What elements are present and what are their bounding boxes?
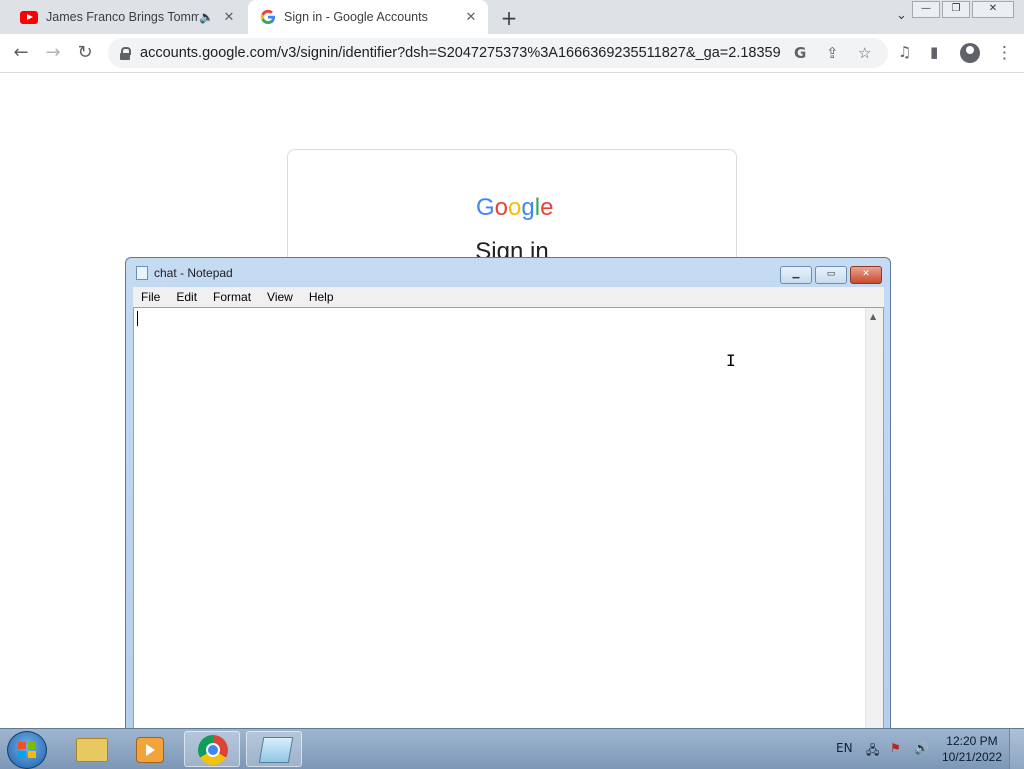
menu-help[interactable]: Help xyxy=(301,290,342,304)
tab-google-signin[interactable]: Sign in - Google Accounts ✕ xyxy=(248,0,488,34)
tab-title: Sign in - Google Accounts xyxy=(284,10,428,24)
menu-bar: File Edit Format View Help xyxy=(133,287,884,307)
menu-format[interactable]: Format xyxy=(205,290,259,304)
lock-icon[interactable] xyxy=(120,47,131,60)
side-panel-icon[interactable]: ▮ xyxy=(930,43,938,61)
reload-button[interactable]: ↻ xyxy=(74,42,96,64)
google-icon xyxy=(260,9,275,24)
menu-view[interactable]: View xyxy=(259,290,301,304)
start-button[interactable] xyxy=(7,731,47,769)
notepad-window-controls: ▁ ▭ ✕ xyxy=(777,266,882,284)
logo-letter: e xyxy=(540,194,554,221)
menu-edit[interactable]: Edit xyxy=(168,290,205,304)
youtube-icon xyxy=(20,10,38,24)
restore-button[interactable]: ❐ xyxy=(942,1,970,18)
taskbar-explorer[interactable] xyxy=(62,731,118,767)
tab-strip: James Franco Brings Tommy 🔈 ✕ Sign in - … xyxy=(0,0,1024,34)
vertical-scrollbar[interactable]: ▲ xyxy=(865,308,883,738)
folder-icon xyxy=(76,738,108,762)
bookmark-star-icon[interactable]: ☆ xyxy=(858,44,871,62)
language-indicator[interactable]: EN xyxy=(836,741,853,755)
chrome-menu-icon[interactable]: ⋮ xyxy=(996,43,1013,63)
logo-letter: G xyxy=(476,194,495,221)
speaker-icon[interactable]: 🔈 xyxy=(199,10,214,24)
forward-button[interactable]: → xyxy=(42,42,64,64)
minimize-button[interactable]: — xyxy=(912,1,940,18)
logo-letter: g xyxy=(521,194,535,221)
window-title: chat - Notepad xyxy=(154,266,233,280)
maximize-button[interactable]: ▭ xyxy=(815,266,847,284)
action-center-flag-icon[interactable]: ⚑ xyxy=(890,741,901,755)
media-controls-icon[interactable]: ♫ xyxy=(898,43,911,61)
tab-close-icon[interactable]: ✕ xyxy=(460,10,482,25)
minimize-button[interactable]: ▁ xyxy=(780,266,812,284)
media-player-icon xyxy=(136,737,164,763)
text-cursor-icon: I xyxy=(726,351,736,370)
taskbar-notepad[interactable] xyxy=(246,731,302,767)
browser-toolbar: ← → ↻ accounts.google.com/v3/signin/iden… xyxy=(0,34,1024,73)
text-caret xyxy=(137,311,138,326)
menu-file[interactable]: File xyxy=(133,290,168,304)
window-controls: — ❐ ✕ xyxy=(910,1,1014,18)
text-editor-area[interactable]: ▲ xyxy=(133,307,884,739)
windows-logo-icon xyxy=(18,742,36,758)
system-clock[interactable]: 12:20 PM 10/21/2022 xyxy=(942,733,1002,765)
clock-time: 12:20 PM xyxy=(946,734,998,748)
close-button[interactable]: ✕ xyxy=(850,266,882,284)
profile-button[interactable] xyxy=(960,43,980,63)
address-bar[interactable]: accounts.google.com/v3/signin/identifier… xyxy=(108,38,888,68)
notepad-window[interactable]: chat - Notepad ▁ ▭ ✕ File Edit Format Vi… xyxy=(125,257,891,739)
chrome-icon xyxy=(198,735,228,765)
avatar-icon xyxy=(960,43,980,63)
tab-search-icon[interactable]: ⌄ xyxy=(896,8,907,23)
taskbar-media-player[interactable] xyxy=(122,731,178,767)
notepad-icon xyxy=(258,737,294,763)
show-desktop-button[interactable] xyxy=(1009,729,1024,769)
logo-letter: o xyxy=(508,194,522,221)
clock-date: 10/21/2022 xyxy=(941,750,1002,764)
scroll-up-icon[interactable]: ▲ xyxy=(870,312,876,321)
network-icon[interactable]: 🖧 xyxy=(866,741,879,762)
url-text[interactable]: accounts.google.com/v3/signin/identifier… xyxy=(140,45,780,61)
tab-close-icon[interactable]: ✕ xyxy=(218,10,240,25)
taskbar: EN 🖧 ⚑ 🔊 12:20 PM 10/21/2022 xyxy=(0,728,1024,769)
new-tab-button[interactable]: + xyxy=(498,6,520,30)
tab-title: James Franco Brings Tommy xyxy=(46,10,200,24)
google-lens-icon[interactable]: G xyxy=(794,44,806,62)
volume-icon[interactable]: 🔊 xyxy=(914,741,929,755)
back-button[interactable]: ← xyxy=(10,42,32,64)
taskbar-chrome[interactable] xyxy=(184,731,240,767)
notepad-icon xyxy=(136,266,148,280)
google-logo: Google xyxy=(476,194,553,222)
tab-youtube[interactable]: James Franco Brings Tommy 🔈 ✕ xyxy=(12,0,246,34)
window-title-bar[interactable]: chat - Notepad xyxy=(136,266,233,280)
logo-letter: o xyxy=(494,194,509,221)
close-button[interactable]: ✕ xyxy=(972,1,1014,18)
share-icon[interactable]: ⇪ xyxy=(826,44,839,62)
